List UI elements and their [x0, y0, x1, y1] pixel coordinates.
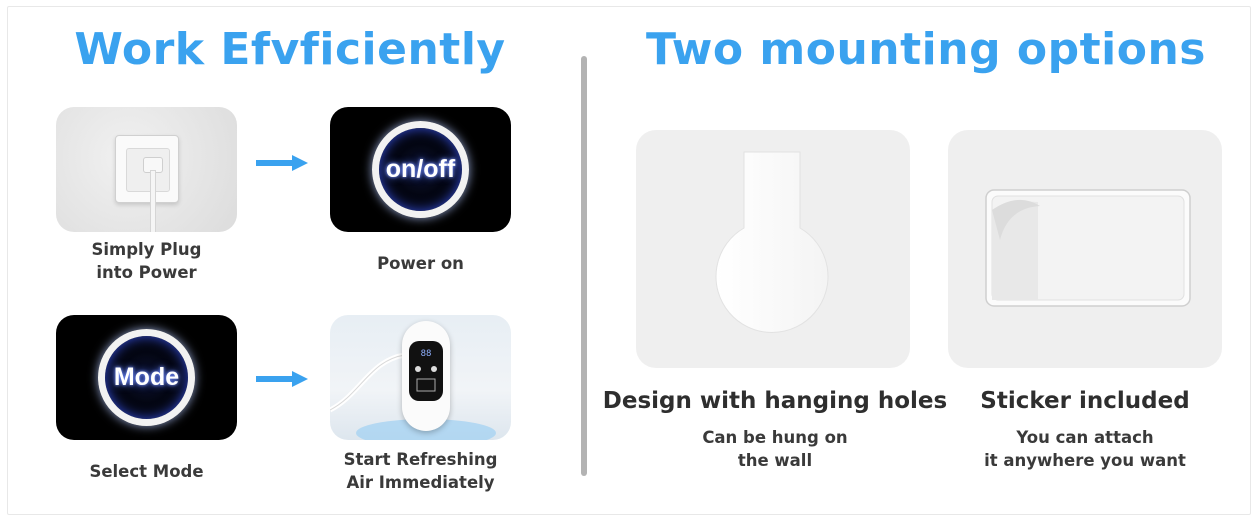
plug-in-image — [56, 107, 237, 232]
mounting-options-title: Two mounting options — [646, 24, 1206, 75]
mode-badge: Mode — [113, 363, 180, 391]
step-refresh-caption: Start Refreshing Air Immediately — [343, 450, 498, 492]
wall-socket-icon — [115, 135, 179, 232]
select-mode-image: Mode — [56, 315, 237, 440]
air-purifier-device: 88 — [402, 321, 450, 431]
hanging-hole-image — [636, 130, 910, 368]
power-on-image: on/off — [330, 107, 511, 232]
power-cord — [150, 170, 156, 232]
keyhole-icon — [715, 151, 829, 333]
work-efficiently-title: Work Efvficiently — [74, 24, 506, 75]
on-off-badge: on/off — [385, 155, 456, 183]
sticker-heading: Sticker included — [980, 388, 1190, 414]
sticker-icon — [985, 189, 1191, 307]
hanging-holes-subtext: Can be hung on the wall — [702, 428, 848, 470]
hanging-holes-heading: Design with hanging holes — [602, 388, 948, 414]
step-power-caption: Power on — [377, 254, 464, 273]
sticker-subtext: You can attach it anywhere you want — [984, 428, 1186, 470]
arrow-right-icon — [256, 371, 308, 387]
sticker-image — [948, 130, 1222, 368]
power-ring-icon: on/off — [372, 121, 469, 218]
section-divider — [581, 56, 587, 476]
svg-text:88: 88 — [421, 349, 432, 359]
air-purifier-image: 88 — [330, 315, 511, 440]
arrow-right-icon — [256, 155, 308, 171]
mode-ring-icon: Mode — [98, 329, 195, 426]
step-plug-caption: Simply Plug into Power — [91, 240, 202, 282]
device-display: 88 — [409, 341, 443, 401]
step-mode-caption: Select Mode — [89, 462, 204, 481]
